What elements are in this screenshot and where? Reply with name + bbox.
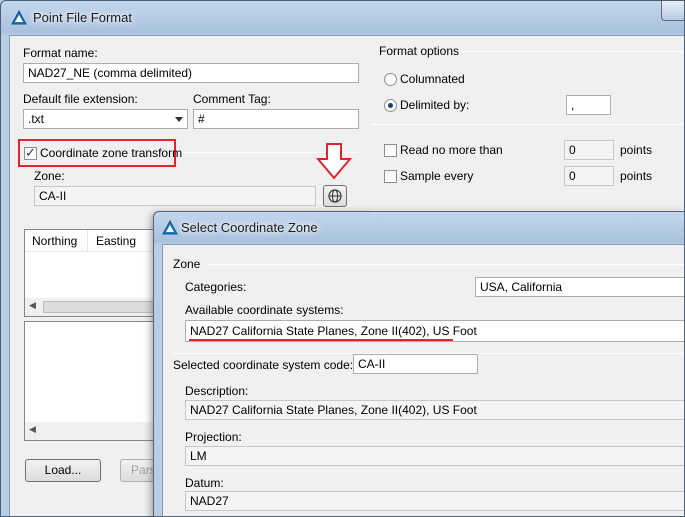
default-ext-dropdown[interactable]: .txt [23, 109, 188, 129]
close-button[interactable] [661, 1, 684, 21]
points-label: points [620, 143, 653, 157]
categories-value: USA, California [480, 280, 563, 294]
sample-every-input[interactable]: 0 [564, 166, 614, 186]
app-logo-icon [11, 10, 27, 25]
selected-code-label: Selected coordinate system code: [173, 358, 354, 372]
delimited-label: Delimited by: [400, 98, 470, 112]
column-header-easting[interactable]: Easting [96, 234, 136, 248]
preview-table[interactable]: Northing Easting ◀ [24, 229, 165, 317]
title-bar[interactable]: Point File Format [1, 1, 684, 35]
column-divider [87, 230, 88, 252]
title-bar-2[interactable]: Select Coordinate Zone [154, 212, 684, 244]
window-title: Point File Format [33, 10, 132, 25]
categories-dropdown[interactable]: USA, California [475, 277, 684, 297]
table-header: Northing Easting [25, 230, 165, 252]
description-label: Description: [185, 384, 249, 398]
app-logo-icon [162, 220, 178, 235]
zone-label: Zone: [34, 169, 65, 183]
comment-tag-label: Comment Tag: [193, 92, 271, 106]
annotation-underline [189, 339, 453, 341]
horizontal-scrollbar-2[interactable]: ◀ [25, 422, 165, 440]
select-coordinate-zone-window: Select Coordinate Zone Zone Categories: … [153, 211, 685, 517]
load-button[interactable]: Load... [25, 459, 101, 482]
scroll-left-icon[interactable]: ◀ [29, 300, 36, 311]
columnated-radio[interactable] [384, 73, 397, 86]
comment-tag-input[interactable]: # [193, 109, 359, 129]
projection-field: LM [185, 446, 684, 466]
dialog-title: Select Coordinate Zone [181, 220, 318, 235]
scroll-left-icon[interactable]: ◀ [29, 424, 36, 435]
points-label-2: points [620, 169, 653, 183]
column-header-northing[interactable]: Northing [32, 234, 77, 248]
scrollbar-thumb[interactable] [43, 301, 163, 313]
default-ext-label: Default file extension: [23, 92, 138, 106]
categories-label: Categories: [185, 280, 247, 294]
read-no-more-checkbox[interactable] [384, 144, 397, 157]
read-no-more-input[interactable]: 0 [564, 140, 614, 160]
group-separator [371, 124, 683, 125]
zone-client-area: Zone Categories: USA, California Availab… [162, 244, 684, 516]
sample-every-label: Sample every [400, 169, 474, 183]
chevron-down-icon [175, 117, 183, 122]
horizontal-scrollbar[interactable]: ◀ [25, 298, 165, 316]
format-name-label: Format name: [23, 46, 98, 60]
select-zone-button[interactable] [323, 185, 347, 207]
zone-input[interactable]: CA-II [34, 186, 316, 206]
coord-transform-label: Coordinate zone transform [40, 146, 183, 160]
zone-group-label: Zone [173, 257, 201, 271]
globe-icon [328, 189, 342, 203]
annotation-arrow-down-icon [316, 143, 352, 180]
delimited-radio[interactable] [384, 99, 397, 112]
datum-label: Datum: [185, 476, 224, 490]
description-field: NAD27 California State Planes, Zone II(4… [185, 400, 684, 420]
format-name-input[interactable]: NAD27_NE (comma delimited) [23, 63, 359, 83]
group-separator [463, 51, 683, 52]
datum-field: NAD27 [185, 491, 684, 511]
preview-text-area[interactable]: ◀ [24, 321, 165, 441]
sample-every-checkbox[interactable] [384, 170, 397, 183]
selected-code-input[interactable]: CA-II [353, 354, 478, 374]
available-systems-label: Available coordinate systems: [185, 303, 344, 317]
columnated-label: Columnated [400, 72, 465, 86]
projection-label: Projection: [185, 430, 242, 444]
delimiter-input[interactable]: , [566, 95, 611, 115]
default-ext-value: .txt [28, 112, 45, 126]
read-no-more-label: Read no more than [400, 143, 503, 157]
coord-transform-checkbox[interactable] [24, 145, 37, 161]
group-separator [207, 264, 684, 265]
format-options-label: Format options [379, 44, 460, 58]
